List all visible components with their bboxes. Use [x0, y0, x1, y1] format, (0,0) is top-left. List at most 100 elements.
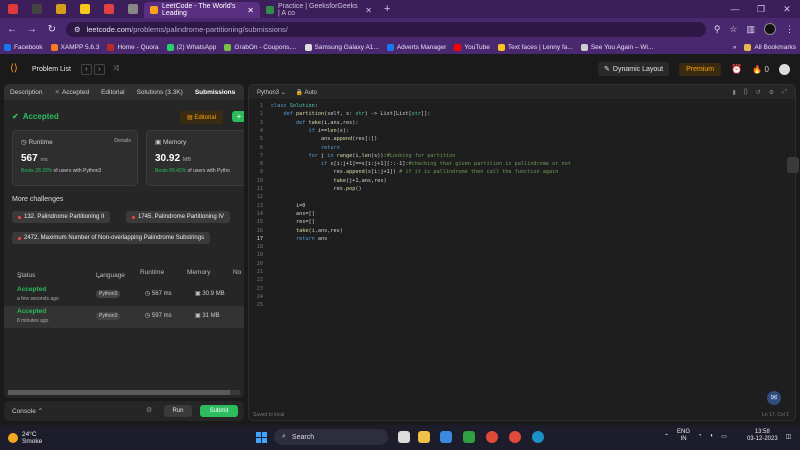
settings-icon[interactable]: ⚙ [146, 406, 152, 414]
bookmark-item[interactable]: Text faces | Lenny fa... [497, 43, 573, 51]
pinned-tab[interactable] [2, 2, 24, 16]
solution-button[interactable]: + [232, 111, 244, 122]
volume-icon[interactable]: ◖ [710, 433, 714, 439]
tab-editorial[interactable]: Editorial [101, 89, 124, 96]
extensions-icon[interactable]: ⚲ [714, 24, 721, 35]
challenge-chip[interactable]: 132. Palindrome Partitioning II [12, 211, 111, 223]
pinned-tab[interactable] [50, 2, 72, 16]
pinned-tab[interactable] [26, 2, 48, 16]
close-tab-icon[interactable]: ✕ [365, 6, 372, 15]
menu-icon[interactable]: ⋮ [785, 24, 794, 35]
tab-submissions[interactable]: Submissions [195, 89, 235, 96]
bookmark-item[interactable]: Adverts Manager [386, 43, 446, 51]
runtime-card[interactable]: ◷ Runtime Details 567 ms Beats 28.33% of… [12, 130, 138, 186]
editor-toolbar: Python3 ⌄ 🔒 Auto ▮ {} ↺ ⚙ ⤢ [249, 85, 795, 99]
pinned-tab[interactable] [122, 2, 144, 16]
all-bookmarks[interactable]: All Bookmarks [744, 43, 796, 51]
chrome-icon[interactable] [486, 431, 498, 443]
notification-icon[interactable]: 🔥 0 [752, 65, 769, 74]
editorial-button[interactable]: ▤ Editorial [180, 111, 224, 124]
language-select[interactable]: Python3 ⌄ [257, 89, 286, 96]
reload-icon[interactable]: ↻ [46, 24, 58, 35]
row-runtime: ◷ 567 ms [145, 290, 172, 297]
close-tab-icon[interactable]: ✕ [247, 6, 254, 15]
details-link[interactable]: Details [114, 138, 131, 144]
date: 03-12-2023 [746, 436, 778, 442]
tab-accepted[interactable]: ✕ Accepted [55, 88, 90, 97]
notifications-icon[interactable]: ◫ [786, 433, 792, 440]
braces-icon[interactable]: {} [744, 89, 748, 96]
tab-geeksforgeeks[interactable]: Practice | GeeksforGeeks | A co ✕ [260, 2, 378, 18]
scrollbar-thumb[interactable] [8, 390, 230, 395]
auto-mode[interactable]: 🔒 Auto [296, 89, 317, 96]
address-toolbar: ← → ↻ ⚙ leetcode.com/problems/palindrome… [0, 18, 800, 40]
prev-problem-icon[interactable]: ‹ [80, 63, 92, 75]
submit-button[interactable]: Submit [200, 405, 238, 417]
dynamic-layout-button[interactable]: ✎ Dynamic Layout [598, 62, 670, 76]
table-row[interactable]: Accepted a few seconds ago Python3 ◷ 567… [4, 284, 244, 306]
bookmark-item[interactable]: GrabOn - Coupons,... [224, 43, 297, 51]
leetcode-favicon-icon [150, 6, 158, 14]
user-avatar[interactable] [779, 63, 790, 75]
battery-icon[interactable]: ▭ [721, 433, 727, 440]
tab-solutions[interactable]: Solutions (3.3K) [137, 89, 183, 96]
bookmark-item[interactable]: See You Again – Wi... [580, 43, 653, 51]
file-explorer-icon[interactable] [418, 431, 430, 443]
bookmark-icon[interactable]: ▮ [732, 89, 735, 96]
tab-leetcode[interactable]: LeetCode - The World's Leading ✕ [144, 2, 260, 18]
side-panel-icon[interactable]: ▥ [746, 24, 755, 35]
bookmark-item[interactable]: Samsung Galaxy A1... [304, 43, 379, 51]
weather-widget[interactable]: 24°C Smoke [8, 431, 42, 445]
memory-number: 30.92 [155, 153, 181, 164]
premium-button[interactable]: Premium [679, 62, 722, 76]
url-bar[interactable]: ⚙ leetcode.com/problems/palindrome-parti… [65, 21, 706, 37]
side-panel-toggle[interactable] [787, 157, 799, 173]
horizontal-scrollbar[interactable] [8, 390, 240, 395]
close-window-icon[interactable]: ✕ [774, 4, 800, 15]
pinned-tab[interactable] [74, 2, 96, 16]
bookmark-item[interactable]: Home - Quora [107, 43, 159, 51]
table-row[interactable]: Accepted 8 minutes ago Python3 ◷ 597 ms … [4, 306, 244, 328]
taskbar-search[interactable]: ⌕ Search [274, 429, 388, 445]
wifi-icon[interactable]: ◔ [698, 433, 702, 439]
bookmark-item[interactable]: XAMPP 5.6.3 [50, 43, 99, 51]
challenge-chip[interactable]: 2472. Maximum Number of Non-overlapping … [12, 232, 211, 244]
back-icon[interactable]: ← [6, 24, 18, 35]
pinned-tab[interactable] [98, 2, 120, 16]
accepted-status: ✔ Accepted [12, 112, 59, 121]
task-view-icon[interactable] [398, 431, 410, 443]
new-tab-icon[interactable]: + [384, 3, 390, 15]
console-toggle[interactable]: Console ⌃ [12, 407, 43, 415]
edge-icon[interactable] [532, 431, 544, 443]
clock[interactable]: 13:58 03-12-2023 [747, 429, 778, 443]
problem-list-link[interactable]: Problem List [32, 66, 71, 73]
xbox-icon[interactable] [463, 431, 475, 443]
run-button[interactable]: Run [164, 405, 192, 417]
bookmark-item[interactable]: Facebook [4, 43, 43, 51]
maximize-icon[interactable]: ❐ [748, 4, 774, 15]
site-info-icon[interactable]: ⚙ [74, 25, 81, 34]
fullscreen-icon[interactable]: ⤢ [782, 89, 787, 96]
timer-icon[interactable]: ⏰ [731, 64, 742, 75]
store-icon[interactable] [440, 431, 452, 443]
challenge-chip[interactable]: 1745. Palindrome Partitioning IV [126, 211, 231, 223]
windows-start-icon[interactable] [256, 432, 267, 443]
settings-icon[interactable]: ⚙ [769, 89, 774, 96]
assistant-icon[interactable]: ✉ [767, 391, 781, 405]
forward-icon[interactable]: → [26, 24, 38, 35]
bookmark-item[interactable]: (2) WhatsApp [166, 43, 216, 51]
minimize-icon[interactable]: — [722, 4, 748, 15]
tab-description[interactable]: Description [10, 89, 43, 96]
bookmark-item[interactable]: YouTube [454, 43, 490, 51]
leetcode-logo-icon[interactable]: ⟨⟩ [10, 63, 22, 75]
profile-avatar[interactable] [764, 23, 776, 35]
more-bookmarks-icon[interactable]: » [733, 44, 737, 51]
chevron-up-icon[interactable]: ⌃ [664, 433, 669, 440]
chrome-profile-icon[interactable] [509, 431, 521, 443]
language-indicator[interactable]: ENG IN [677, 429, 690, 443]
next-problem-icon[interactable]: › [93, 63, 105, 75]
reset-icon[interactable]: ↺ [756, 89, 761, 96]
bookmark-star-icon[interactable]: ☆ [729, 24, 737, 35]
memory-card[interactable]: ▣ Memory 30.92 MB Beats 89.42% of users … [146, 130, 244, 186]
shuffle-icon[interactable]: ⤨ [113, 65, 119, 73]
